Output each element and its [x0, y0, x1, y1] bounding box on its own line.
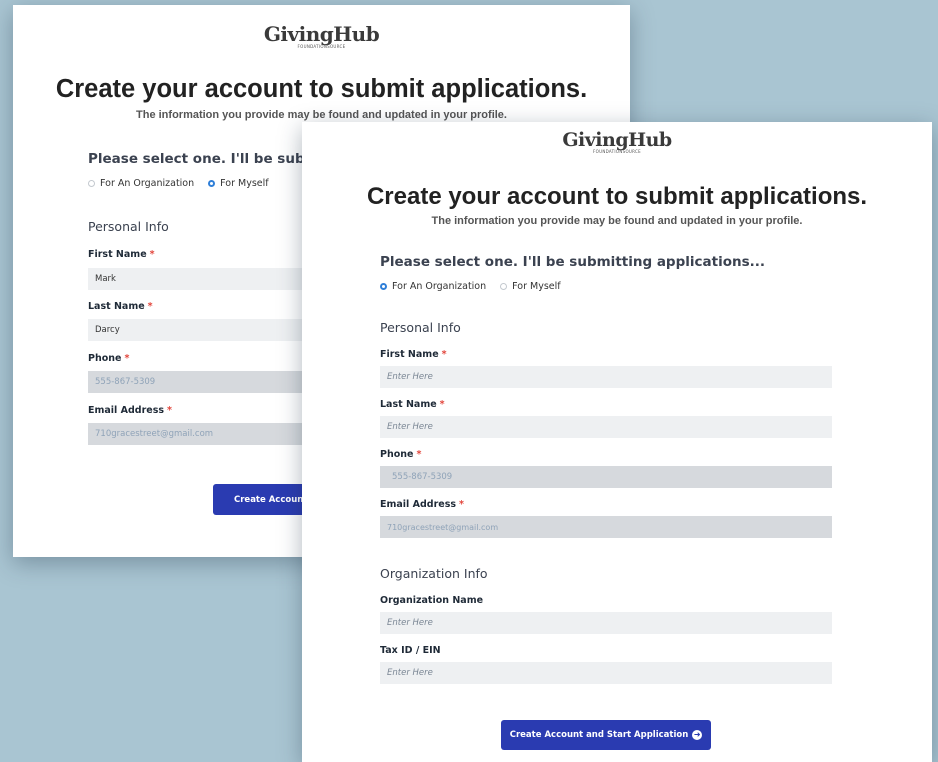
logo-subtitle: FOUNDATIONSOURCE — [297, 44, 346, 49]
radio-myself-label: For Myself — [512, 281, 561, 292]
applicant-type-options: For An Organization For Myself — [380, 281, 575, 292]
email-label: Email Address * — [380, 499, 464, 510]
givinghub-logo: GivingHub FOUNDATIONSOURCE — [13, 22, 630, 49]
organization-name-label: Organization Name — [380, 595, 484, 606]
radio-organization-label: For An Organization — [100, 178, 195, 189]
radio-organization-label: For An Organization — [392, 281, 487, 292]
radio-myself-label: For Myself — [220, 178, 269, 189]
last-name-input[interactable]: Enter Here — [380, 416, 832, 438]
radio-myself[interactable] — [208, 180, 216, 187]
tax-id-label: Tax ID / EIN — [380, 645, 441, 656]
email-label: Email Address * — [88, 405, 172, 416]
radio-organization[interactable] — [88, 180, 95, 187]
phone-input[interactable]: 555-867-5309 — [380, 466, 832, 488]
applicant-type-options: For An Organization For Myself — [88, 178, 283, 189]
organization-name-input[interactable]: Enter Here — [380, 612, 832, 634]
page-title: Create your account to submit applicatio… — [55, 75, 588, 103]
first-name-input[interactable]: Enter Here — [380, 366, 832, 388]
tax-id-input[interactable]: Enter Here — [380, 662, 832, 684]
radio-organization[interactable] — [380, 283, 387, 290]
phone-label: Phone * — [88, 353, 130, 364]
create-account-button[interactable]: Create Account and Start Application ➜ — [501, 720, 711, 750]
radio-myself[interactable] — [500, 283, 508, 290]
givinghub-logo: GivingHub FOUNDATIONSOURCE — [302, 129, 932, 154]
last-name-label: Last Name * — [380, 399, 445, 410]
personal-info-heading: Personal Info — [88, 219, 169, 234]
first-name-label: First Name * — [380, 349, 447, 360]
first-name-label: First Name * — [88, 249, 155, 260]
logo-subtitle: FOUNDATIONSOURCE — [593, 149, 641, 154]
email-input[interactable]: 710gracestreet@gmail.com — [380, 516, 832, 538]
page-subtitle: The information you provide may be found… — [431, 215, 803, 227]
personal-info-heading: Personal Info — [380, 320, 461, 335]
arrow-right-circle-icon: ➜ — [692, 730, 703, 740]
applicant-type-question: Please select one. I'll be submitting ap… — [380, 254, 766, 270]
last-name-label: Last Name * — [88, 301, 153, 312]
page-title: Create your account to submit applicatio… — [366, 183, 868, 210]
front-signup-card: GivingHub FOUNDATIONSOURCE Create your a… — [302, 122, 932, 762]
phone-label: Phone * — [380, 449, 422, 460]
page-subtitle: The information you provide may be found… — [136, 109, 507, 121]
organization-info-heading: Organization Info — [380, 566, 488, 581]
